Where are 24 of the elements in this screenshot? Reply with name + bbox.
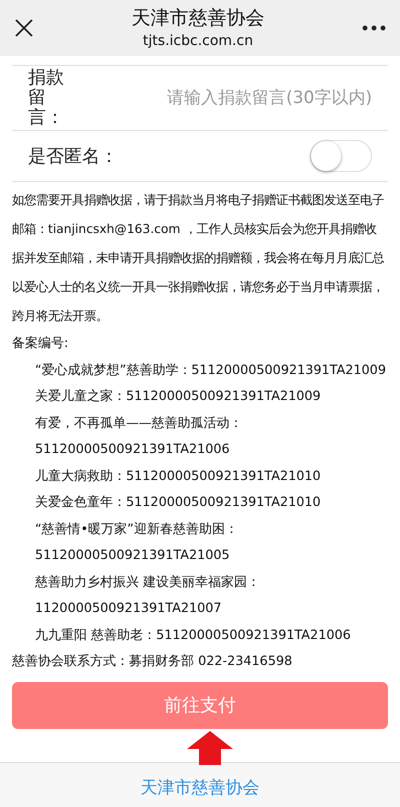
record-line: 关爱金色童年：51120000500921391TA21010 xyxy=(35,494,322,512)
records-heading: 备案编号: xyxy=(12,335,70,353)
record-line: “爱心成就梦想”慈善助学：51120000500921391TA21009 xyxy=(35,362,387,380)
contact-info: 慈善协会联系方式：募捐财务部 022-23416598 xyxy=(12,653,294,671)
record-line: 有爱，不再孤单——慈善助孤活动： xyxy=(35,414,244,432)
record-line: 关爱儿童之家：51120000500921391TA21009 xyxy=(35,388,322,406)
record-line: 慈善助力乡村振兴 建设美丽幸福家园： xyxy=(35,574,262,592)
close-icon[interactable] xyxy=(14,18,34,38)
page-url: tjts.icbc.com.cn xyxy=(142,32,254,51)
record-line: “慈善情•暖万家”迎新春慈善助困： xyxy=(35,520,239,538)
record-line: 1120000500921391TA21007 xyxy=(35,600,223,618)
more-icon[interactable] xyxy=(362,25,386,31)
record-line: 儿童大病救助：51120000500921391TA21010 xyxy=(35,468,322,486)
pay-button[interactable]: 前往支付 xyxy=(12,682,388,728)
footer-link[interactable]: 天津市慈善协会 xyxy=(140,776,260,798)
receipt-notice: 如您需要开具捐赠收据，请于捐款当月将电子捐赠证书截图发送至电子邮箱：tianjincsxh@163.com ，工作人员核实后会为您开具捐赠收据并发至邮箱，未申请开具捐赠收据的捐赠额，我会将在每月月底汇总以爱心人士的名义统一开具一张捐赠收据，请您务必于当月申请票据，跨月将无法开票。 xyxy=(12,192,385,325)
record-line: 51120000500921391TA21006 xyxy=(35,441,231,459)
anonymous-label: 是否匿名： xyxy=(28,145,118,168)
up-arrow-icon xyxy=(186,730,234,764)
record-line: 九九重阳 慈善助老：51120000500921391TA21006 xyxy=(35,626,352,644)
page-title: 天津市慈善协会 xyxy=(132,6,264,31)
anonymous-toggle[interactable] xyxy=(310,140,372,172)
message-label: 捐款留言： xyxy=(28,68,65,128)
record-line: 51120000500921391TA21005 xyxy=(35,547,231,565)
